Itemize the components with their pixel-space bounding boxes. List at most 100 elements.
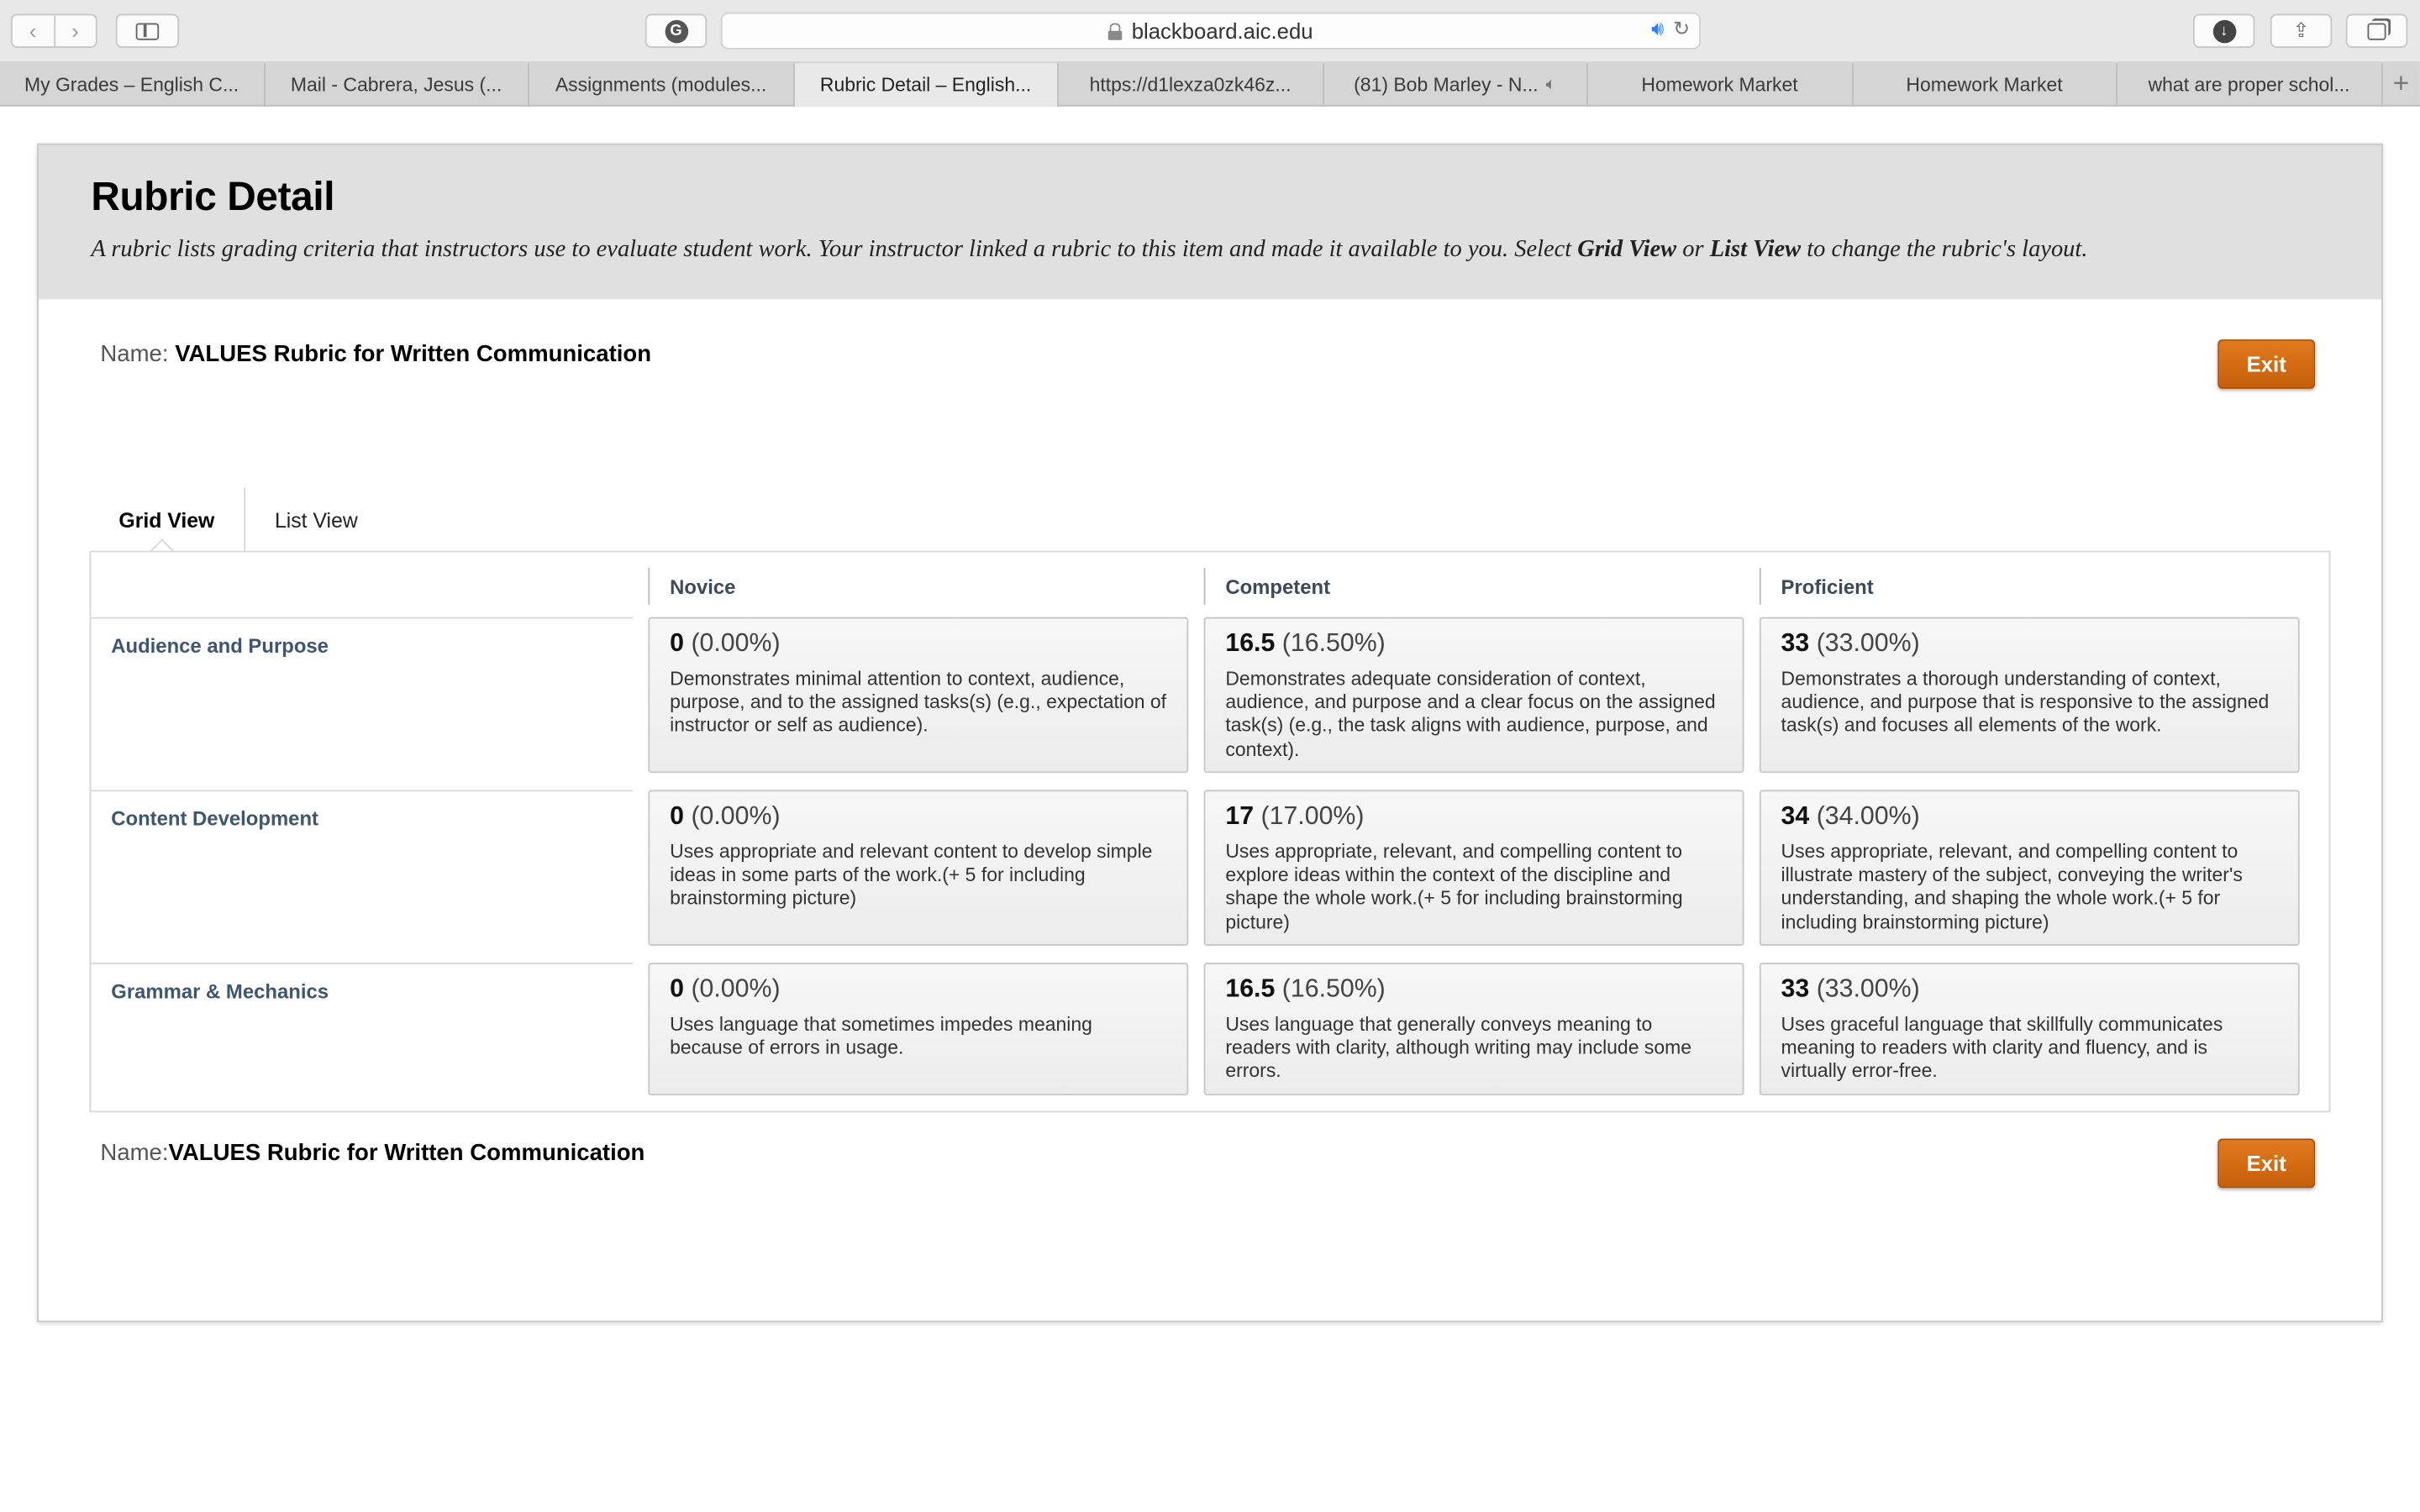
browser-tab-label: My Grades – English C... <box>24 74 239 96</box>
rubric-cell: 16.5 (16.50%) Uses language that generall… <box>1203 963 1744 1096</box>
downloads-button[interactable]: ↓ <box>2192 13 2255 48</box>
cell-percent: (16.50%) <box>1281 629 1386 658</box>
rubric-name-top: Name: VALUES Rubric for Written Communic… <box>100 340 652 368</box>
address-bar[interactable]: blackboard.aic.edu 🔊︎ ↻ <box>720 12 1702 50</box>
rubric-name: VALUES Rubric for Written Communication <box>175 340 652 368</box>
tab-overview-button[interactable] <box>2345 13 2408 48</box>
rubric-cell: 33 (33.00%) Demonstrates a thorough under… <box>1759 617 2300 774</box>
cell-percent: (0.00%) <box>691 802 781 831</box>
cell-percent: (16.50%) <box>1281 974 1386 1003</box>
column-header: Proficient <box>1759 567 1874 605</box>
extension-button[interactable]: G <box>644 13 708 48</box>
cell-description: Uses graceful language that skillfully c… <box>1781 1013 2223 1083</box>
cell-points: 17 <box>1225 802 1255 831</box>
new-tab-button[interactable]: + <box>2382 63 2420 105</box>
browser-tab-label: Rubric Detail – English... <box>819 74 1032 96</box>
browser-tab[interactable]: Rubric Detail – English... <box>793 63 1059 107</box>
cell-percent: (33.00%) <box>1816 629 1920 658</box>
plus-icon: + <box>2392 67 2410 99</box>
cell-percent: (33.00%) <box>1816 974 1920 1003</box>
browser-tab[interactable]: Assignments (modules... <box>529 63 794 107</box>
sidebar-toggle-button[interactable] <box>115 13 180 48</box>
browser-tab-label: what are proper schol... <box>2148 74 2350 96</box>
rubric-cell: 16.5 (16.50%) Demonstrates adequate consi… <box>1203 617 1744 774</box>
cell-percent: (0.00%) <box>691 974 781 1003</box>
tabs-icon <box>2367 22 2386 39</box>
cell-score: 17 (17.00%) <box>1225 802 1722 832</box>
column-header: Novice <box>648 567 735 605</box>
lock-icon <box>1108 22 1123 39</box>
rubric-name: VALUES Rubric for Written Communication <box>168 1140 645 1167</box>
sidebar-icon <box>135 22 160 39</box>
grammarly-icon: G <box>664 18 688 43</box>
cell-points: 16.5 <box>1225 629 1276 658</box>
speaker-icon[interactable]: 🔈︎ <box>1546 75 1556 95</box>
forward-icon[interactable]: › <box>55 15 96 46</box>
cell-points: 33 <box>1781 974 1810 1003</box>
tab-list-view[interactable]: List View <box>245 487 387 552</box>
cell-score: 0 (0.00%) <box>670 802 1166 832</box>
browser-tab[interactable]: Mail - Cabrera, Jesus (... <box>265 63 529 107</box>
rubric-grid: Novice Competent Proficient Audience and Pu… <box>89 550 2331 1113</box>
tab-grid-view[interactable]: Grid View <box>90 487 246 553</box>
cell-description: Uses language that generally conveys mea… <box>1225 1013 1691 1083</box>
speaker-icon[interactable]: 🔊︎ <box>1651 17 1664 41</box>
browser-tab-label: Homework Market <box>1641 74 1798 96</box>
rubric-panel: Rubric Detail A rubric lists grading cri… <box>37 143 2383 1323</box>
cell-score: 16.5 (16.50%) <box>1225 629 1722 659</box>
criterion-label: Content Development <box>91 790 634 946</box>
browser-tab-label: Mail - Cabrera, Jesus (... <box>290 74 502 96</box>
browser-tab-label: https://d1lexza0zk46z... <box>1089 74 1292 96</box>
share-button[interactable]: ⇪ <box>2270 13 2333 48</box>
browser-tab[interactable]: Homework Market <box>1853 63 2118 107</box>
cell-percent: (0.00%) <box>691 629 781 658</box>
cell-description: Uses appropriate, relevant, and compelli… <box>1225 841 1683 933</box>
browser-tab-label: (81) Bob Marley - N... <box>1354 74 1539 96</box>
back-icon[interactable]: ‹ <box>13 15 55 47</box>
cell-description: Uses appropriate and relevant content to… <box>670 841 1153 910</box>
cell-points: 16.5 <box>1225 974 1276 1003</box>
cell-score: 16.5 (16.50%) <box>1225 975 1722 1005</box>
browser-window: ‹ › G blackboard.aic.edu 🔊︎ ↻ ↓ ⇪ My Gra… <box>0 0 2420 1512</box>
rubric-cell: 34 (34.00%) Uses appropriate, relevant, a… <box>1759 790 2300 946</box>
rubric-name-bottom: Name:VALUES Rubric for Written Communica… <box>100 1140 645 1167</box>
page-title: Rubric Detail <box>91 172 335 219</box>
rubric-cell: 17 (17.00%) Uses appropriate, relevant, a… <box>1203 790 1744 946</box>
cell-points: 0 <box>670 802 685 831</box>
page-description: A rubric lists grading criteria that ins… <box>91 236 2088 263</box>
rubric-cell: 33 (33.00%) Uses graceful language that s… <box>1759 963 2300 1096</box>
exit-button-top[interactable]: Exit <box>2217 339 2316 389</box>
cell-description: Demonstrates minimal attention to contex… <box>670 668 1167 737</box>
browser-tab-label: Homework Market <box>1906 74 2063 96</box>
browser-tab[interactable]: what are proper schol... <box>2118 63 2382 107</box>
cell-percent: (34.00%) <box>1816 802 1920 831</box>
cell-percent: (17.00%) <box>1260 802 1365 831</box>
rubric-cell: 0 (0.00%) Uses appropriate and relevant c… <box>648 790 1189 946</box>
url-text: blackboard.aic.edu <box>1131 18 1313 44</box>
cell-points: 33 <box>1781 629 1810 658</box>
cell-description: Demonstrates a thorough understanding of… <box>1781 668 2270 737</box>
rubric-cell: 0 (0.00%) Uses language that sometimes im… <box>648 963 1189 1096</box>
browser-tab[interactable]: My Grades – English C... <box>0 63 265 107</box>
criterion-label: Grammar & Mechanics <box>91 963 634 1095</box>
browser-tab[interactable]: https://d1lexza0zk46z... <box>1059 63 1323 107</box>
exit-button-bottom[interactable]: Exit <box>2217 1138 2316 1189</box>
view-tabs: Grid View List View <box>90 487 387 553</box>
cell-points: 0 <box>670 974 685 1003</box>
share-icon: ⇪ <box>2292 18 2310 42</box>
cell-description: Demonstrates adequate consideration of c… <box>1225 668 1716 760</box>
cell-description: Uses appropriate, relevant, and compelli… <box>1781 841 2243 933</box>
browser-tab[interactable]: Homework Market <box>1588 63 1853 107</box>
panel-header: Rubric Detail A rubric lists grading cri… <box>38 144 2382 300</box>
tab-bar: My Grades – English C... Mail - Cabrera, … <box>0 63 2420 107</box>
cell-points: 0 <box>670 629 685 658</box>
browser-tab[interactable]: (81) Bob Marley - N... 🔈︎ <box>1323 63 1588 107</box>
download-icon: ↓ <box>2212 18 2236 43</box>
cell-score: 0 (0.00%) <box>670 629 1166 659</box>
cell-description: Uses language that sometimes impedes mea… <box>670 1013 1092 1059</box>
cell-score: 34 (34.00%) <box>1781 802 2278 832</box>
cell-points: 34 <box>1781 802 1810 831</box>
browser-tab-label: Assignments (modules... <box>555 74 767 96</box>
criterion-label: Audience and Purpose <box>91 617 634 774</box>
reload-icon[interactable]: ↻ <box>1673 17 1690 41</box>
